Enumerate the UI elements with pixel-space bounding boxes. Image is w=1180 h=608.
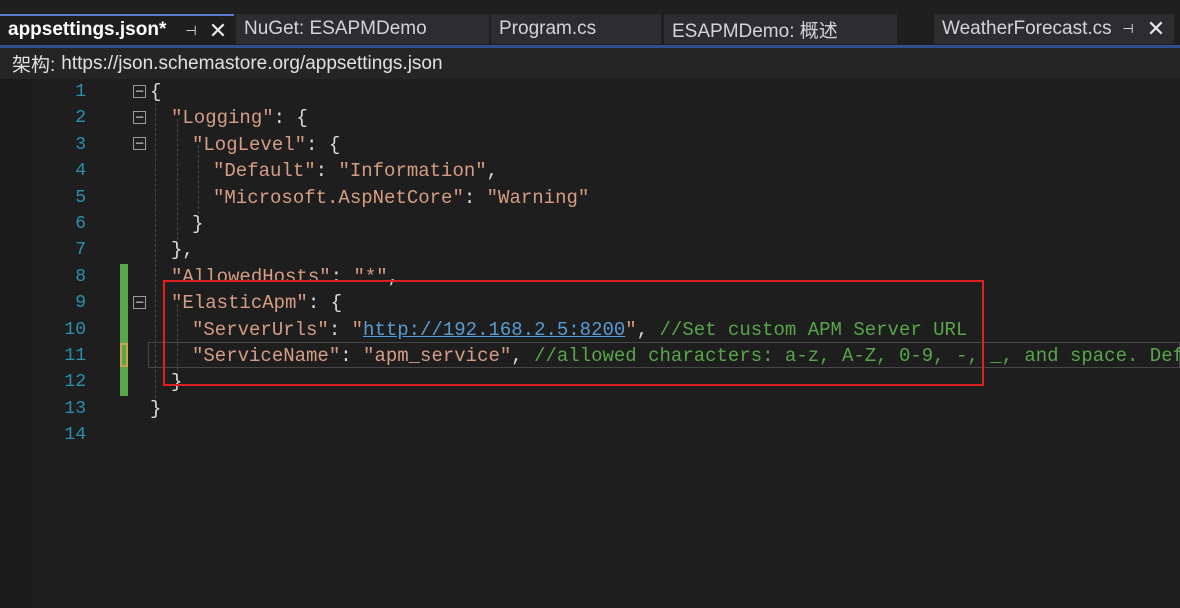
close-icon[interactable]: ✕ xyxy=(206,16,230,44)
line-number: 14 xyxy=(64,425,86,446)
tab-appsettings-json[interactable]: appsettings.json* ⊣ ✕ xyxy=(0,14,234,44)
pin-icon[interactable]: ⊣ xyxy=(183,16,199,44)
schema-label: 架构: xyxy=(12,55,56,76)
schema-url[interactable]: https://json.schemastore.org/appsettings… xyxy=(55,53,442,75)
tab-weatherforecast-cs[interactable]: WeatherForecast.cs ⊣ ✕ xyxy=(934,14,1174,44)
tab-program-cs[interactable]: Program.cs xyxy=(491,14,661,44)
document-tab-strip: appsettings.json* ⊣ ✕ NuGet: ESAPMDemo P… xyxy=(0,0,1180,48)
tab-label: ESAPMDemo: 概述 xyxy=(672,20,838,42)
code-line-5: "Microsoft.AspNetCore": "Warning" xyxy=(213,186,590,209)
code-line-7: }, xyxy=(171,239,194,262)
tab-label: Program.cs xyxy=(499,18,597,39)
tab-nuget-esapmdemo[interactable]: NuGet: ESAPMDemo xyxy=(236,14,489,44)
highlight-annotation-box xyxy=(163,280,984,386)
pin-icon[interactable]: ⊣ xyxy=(1120,14,1136,44)
code-editor[interactable]: 1 2 3 4 5 6 7 8 9 10 11 12 13 14 − − − −… xyxy=(0,79,1180,608)
close-icon[interactable]: ✕ xyxy=(1144,14,1168,44)
code-line-13: } xyxy=(150,397,162,420)
code-line-2: "Logging": { xyxy=(171,107,308,130)
code-line-3: "LogLevel": { xyxy=(192,133,341,156)
tab-label: NuGet: ESAPMDemo xyxy=(244,18,427,39)
code-line-1: { xyxy=(150,81,162,103)
schema-bar: 架构: https://json.schemastore.org/appsett… xyxy=(0,48,1180,79)
tab-label: appsettings.json* xyxy=(8,19,167,40)
code-line-4: "Default": "Information", xyxy=(213,160,499,183)
tab-esapmdemo-overview[interactable]: ESAPMDemo: 概述 xyxy=(664,14,897,44)
tab-label: WeatherForecast.cs xyxy=(942,18,1112,39)
code-line-6: } xyxy=(192,213,204,235)
